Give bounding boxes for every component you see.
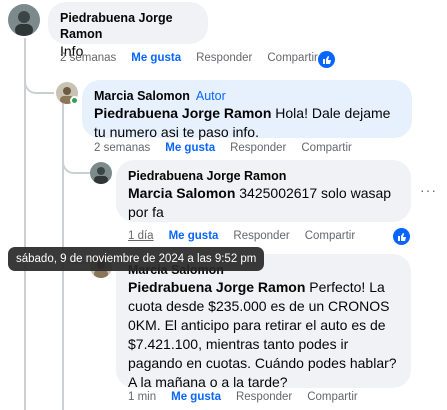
avatar[interactable] [90, 162, 112, 184]
comment-time[interactable]: 2 semanas [94, 142, 150, 154]
author-badge: Autor [195, 89, 226, 103]
like-button[interactable]: Me gusta [171, 391, 221, 403]
comment-time[interactable]: 1 día [128, 230, 154, 242]
comment-time[interactable]: 2 semanas [60, 52, 116, 64]
comment-author[interactable]: Piedrabuena Jorge Ramon [60, 10, 196, 42]
thread-line [24, 38, 26, 410]
comment-time[interactable]: 1 min [128, 391, 156, 403]
comment-body: Perfecto! La cuota desde $235.000 es de … [128, 279, 397, 390]
reply-button[interactable]: Responder [233, 230, 289, 242]
share-button[interactable]: Compartir [305, 230, 355, 242]
avatar-image [90, 162, 112, 184]
comment-text: Piedrabuena Jorge Ramon Hola! Dale dejam… [94, 104, 400, 142]
comment-bubble: Marcia Salomon Piedrabuena Jorge Ramon P… [116, 254, 411, 390]
mention-link[interactable]: Marcia Salomon [128, 185, 235, 201]
timestamp-tooltip: sábado, 9 de noviembre de 2024 a las 9:5… [8, 247, 265, 271]
comment-actions: 2 semanas Me gusta Responder Compartir [94, 142, 367, 154]
online-status-icon [70, 96, 79, 105]
reply-button[interactable]: Responder [196, 52, 252, 64]
share-button[interactable]: Compartir [307, 391, 357, 403]
avatar-image [8, 4, 40, 36]
like-reaction-icon[interactable] [318, 51, 335, 68]
comment-bubble: Piedrabuena Jorge Ramon Info [48, 2, 208, 59]
thread-curve [24, 70, 54, 94]
share-button[interactable]: Compartir [301, 142, 351, 154]
reply-button[interactable]: Responder [230, 142, 286, 154]
like-button[interactable]: Me gusta [131, 52, 181, 64]
comment-text: Marcia Salomon 3425002617 solo wasap por… [128, 184, 399, 222]
comment-actions: 1 min Me gusta Responder Compartir [128, 391, 373, 403]
comment-author: Marcia Salomon Autor [94, 88, 400, 104]
avatar[interactable] [8, 4, 40, 36]
reply-button[interactable]: Responder [236, 391, 292, 403]
author-name[interactable]: Marcia Salomon [94, 89, 190, 103]
comment-actions: 1 día Me gusta Responder Compartir [128, 230, 370, 242]
like-button[interactable]: Me gusta [169, 230, 219, 242]
comment-bubble: Marcia Salomon Autor Piedrabuena Jorge Ra… [82, 80, 412, 140]
more-options-icon[interactable]: ··· [420, 182, 437, 198]
comment-bubble: Piedrabuena Jorge Ramon Marcia Salomon 3… [116, 160, 411, 222]
thread-curve [62, 150, 90, 174]
like-button[interactable]: Me gusta [165, 142, 215, 154]
comment-text: Piedrabuena Jorge Ramon Perfecto! La cuo… [128, 278, 399, 392]
share-button[interactable]: Compartir [267, 52, 317, 64]
mention-link[interactable]: Piedrabuena Jorge Ramon [94, 105, 271, 121]
comment-author[interactable]: Piedrabuena Jorge Ramon [128, 168, 399, 184]
like-reaction-icon[interactable] [393, 228, 410, 245]
comment-actions: 2 semanas Me gusta Responder Compartir [60, 52, 333, 64]
mention-link[interactable]: Piedrabuena Jorge Ramon [128, 279, 305, 295]
